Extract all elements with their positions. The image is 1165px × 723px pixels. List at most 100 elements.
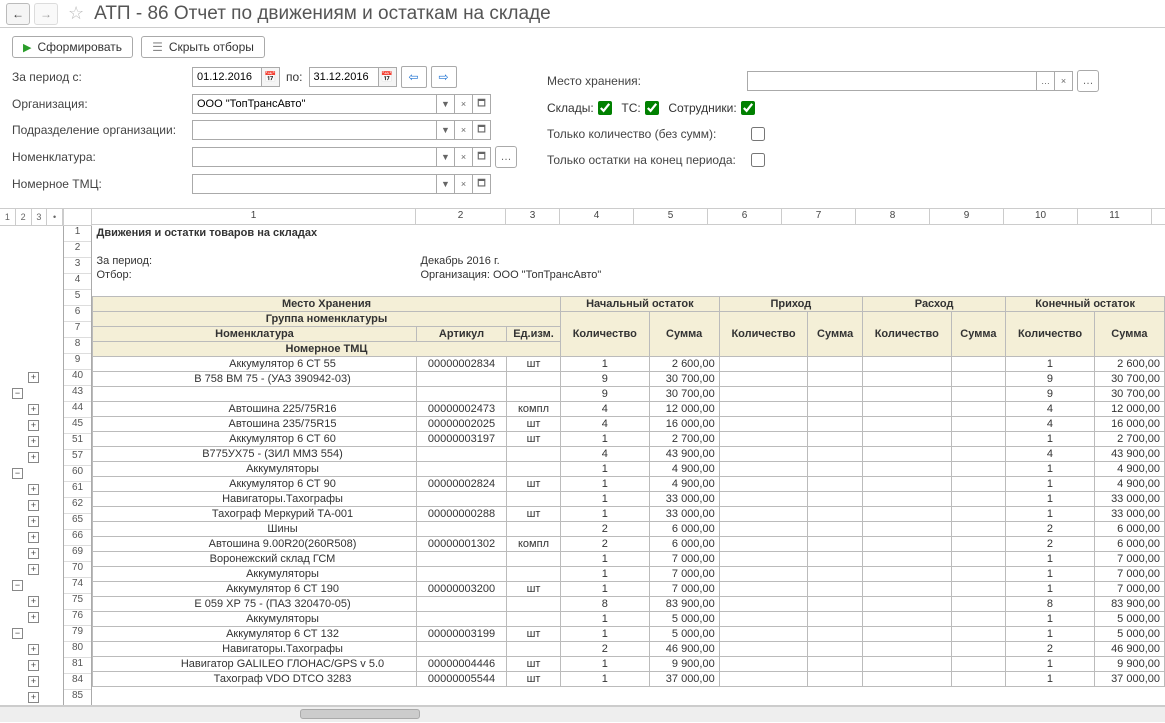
date-to-input[interactable] (309, 67, 379, 87)
table-row[interactable]: Автошина 9.00R20(260R508)00000001302комп… (93, 536, 1165, 551)
favorite-star-icon[interactable]: ☆ (68, 3, 84, 24)
table-row[interactable]: Аккумуляторы17 000,0017 000,00 (93, 566, 1165, 581)
outline-toggle[interactable]: + (28, 404, 39, 415)
table-row[interactable]: Аккумулятор 6 СТ 9000000002824шт14 900,0… (93, 476, 1165, 491)
period-prev-button[interactable]: ⇦ (401, 66, 427, 88)
outline-toggle[interactable]: + (28, 692, 39, 703)
date-to-calendar-icon[interactable]: 📅 (379, 67, 397, 87)
table-row[interactable]: Тахограф Меркурий ТА-00100000000288шт133… (93, 506, 1165, 521)
table-row[interactable]: Е 059 ХР 75 - (ПАЗ 320470-05)883 900,008… (93, 596, 1165, 611)
table-row[interactable]: Аккумулятор 6 СТ 13200000003199шт15 000,… (93, 626, 1165, 641)
nomer-input[interactable] (192, 174, 437, 194)
outline-toggle[interactable]: + (28, 484, 39, 495)
col-header-10: 10 (1004, 209, 1078, 224)
outline-level-expand[interactable]: • (47, 209, 63, 225)
storage-dialog-button[interactable]: … (1077, 70, 1099, 92)
storage-input[interactable] (747, 71, 1037, 91)
table-row[interactable]: В775УХ75 - (ЗИЛ ММЗ 554)443 900,00443 90… (93, 446, 1165, 461)
nav-forward-button[interactable]: → (34, 3, 58, 25)
nomen-clear-button[interactable]: × (455, 147, 473, 167)
outline-toggle[interactable]: + (28, 660, 39, 671)
outline-toggle[interactable]: − (12, 580, 23, 591)
row-number: 2 (64, 242, 91, 258)
cell-in-sum (808, 446, 863, 461)
nomer-clear-button[interactable]: × (455, 174, 473, 194)
table-row[interactable]: Шины26 000,0026 000,00 (93, 521, 1165, 536)
date-from-calendar-icon[interactable]: 📅 (262, 67, 280, 87)
outline-toggle[interactable]: + (28, 548, 39, 559)
outline-toggle[interactable]: + (28, 564, 39, 575)
cell-start-qty: 1 (561, 581, 650, 596)
nomer-dropdown-button[interactable]: ▼ (437, 174, 455, 194)
org-clear-button[interactable]: × (455, 94, 473, 114)
subdiv-open-button[interactable]: 🗖 (473, 120, 491, 140)
storage-clear-button[interactable]: × (1055, 71, 1073, 91)
date-from-input[interactable] (192, 67, 262, 87)
nav-back-button[interactable]: ← (6, 3, 30, 25)
horizontal-scrollbar[interactable] (0, 706, 1165, 722)
outline-level-2[interactable]: 2 (16, 209, 32, 225)
table-row[interactable]: 930 700,00930 700,00 (93, 386, 1165, 401)
col-header-11: 11 (1078, 209, 1152, 224)
nomen-input[interactable] (192, 147, 437, 167)
outline-toggle[interactable]: − (12, 388, 23, 399)
outline-toggle[interactable]: + (28, 372, 39, 383)
outline-toggle[interactable]: − (12, 468, 23, 479)
cell-in-sum (808, 626, 863, 641)
outline-toggle[interactable]: + (28, 516, 39, 527)
outline-toggle[interactable]: + (28, 644, 39, 655)
table-row[interactable]: Аккумулятор 6 СТ 5500000002834шт12 600,0… (93, 356, 1165, 371)
generate-button[interactable]: ▶ Сформировать (12, 36, 133, 58)
cell-start-qty: 1 (561, 611, 650, 626)
nomen-open-button[interactable]: 🗖 (473, 147, 491, 167)
col-header-1: 1 (92, 209, 416, 224)
report-grid: +−++++−++++++−++−+++++ 12345678940434445… (0, 226, 1165, 706)
row-number: 5 (64, 290, 91, 306)
outline-toggle[interactable]: + (28, 612, 39, 623)
outline-toggle[interactable]: − (12, 628, 23, 639)
table-row[interactable]: Навигаторы.Тахографы246 900,00246 900,00 (93, 641, 1165, 656)
table-row[interactable]: Навигатор GALILEO ГЛОНАС/GPS v 5.0000000… (93, 656, 1165, 671)
outline-toggle[interactable]: + (28, 596, 39, 607)
org-dropdown-button[interactable]: ▼ (437, 94, 455, 114)
outline-toggle[interactable]: + (28, 500, 39, 511)
outline-toggle[interactable]: + (28, 452, 39, 463)
nomen-dialog-button[interactable]: … (495, 146, 517, 168)
table-row[interactable]: Аккумуляторы15 000,0015 000,00 (93, 611, 1165, 626)
outline-toggle[interactable]: + (28, 532, 39, 543)
outline-toggle[interactable]: + (28, 436, 39, 447)
tc-checkbox[interactable] (645, 101, 659, 115)
table-row[interactable]: В 758 ВМ 75 - (УАЗ 390942-03)930 700,009… (93, 371, 1165, 386)
table-row[interactable]: Аккумулятор 6 СТ 19000000003200шт17 000,… (93, 581, 1165, 596)
period-next-button[interactable]: ⇨ (431, 66, 457, 88)
outline-level-1[interactable]: 1 (0, 209, 16, 225)
table-row[interactable]: Аккумулятор 6 СТ 6000000003197шт12 700,0… (93, 431, 1165, 446)
org-input[interactable] (192, 94, 437, 114)
outline-level-3[interactable]: 3 (32, 209, 48, 225)
warehouses-checkbox[interactable] (598, 101, 612, 115)
subdiv-dropdown-button[interactable]: ▼ (437, 120, 455, 140)
subdiv-input[interactable] (192, 120, 437, 140)
outline-toggle[interactable]: + (28, 676, 39, 687)
scroll-thumb[interactable] (300, 709, 420, 719)
table-row[interactable]: Тахограф VDO DTCO 328300000005544шт137 0… (93, 671, 1165, 686)
nomen-dropdown-button[interactable]: ▼ (437, 147, 455, 167)
table-row[interactable]: Автошина 235/75R1500000002025шт416 000,0… (93, 416, 1165, 431)
cell-start-sum: 2 600,00 (649, 356, 719, 371)
qty-only-checkbox[interactable] (751, 127, 765, 141)
employees-checkbox[interactable] (741, 101, 755, 115)
table-row[interactable]: Воронежский склад ГСМ17 000,0017 000,00 (93, 551, 1165, 566)
outline-toggle[interactable]: + (28, 420, 39, 431)
end-only-checkbox[interactable] (751, 153, 765, 167)
cell-end-qty: 9 (1006, 371, 1095, 386)
nomer-open-button[interactable]: 🗖 (473, 174, 491, 194)
org-open-button[interactable]: 🗖 (473, 94, 491, 114)
hdr-start-qty: Количество (561, 311, 650, 356)
subdiv-clear-button[interactable]: × (455, 120, 473, 140)
table-row[interactable]: Аккумуляторы14 900,0014 900,00 (93, 461, 1165, 476)
storage-select-button[interactable]: … (1037, 71, 1055, 91)
table-row[interactable]: Автошина 225/75R1600000002473компл412 00… (93, 401, 1165, 416)
hide-filters-button[interactable]: ☰ Скрыть отборы (141, 36, 265, 58)
table-row[interactable]: Навигаторы.Тахографы133 000,00133 000,00 (93, 491, 1165, 506)
cell-in-qty (719, 491, 808, 506)
